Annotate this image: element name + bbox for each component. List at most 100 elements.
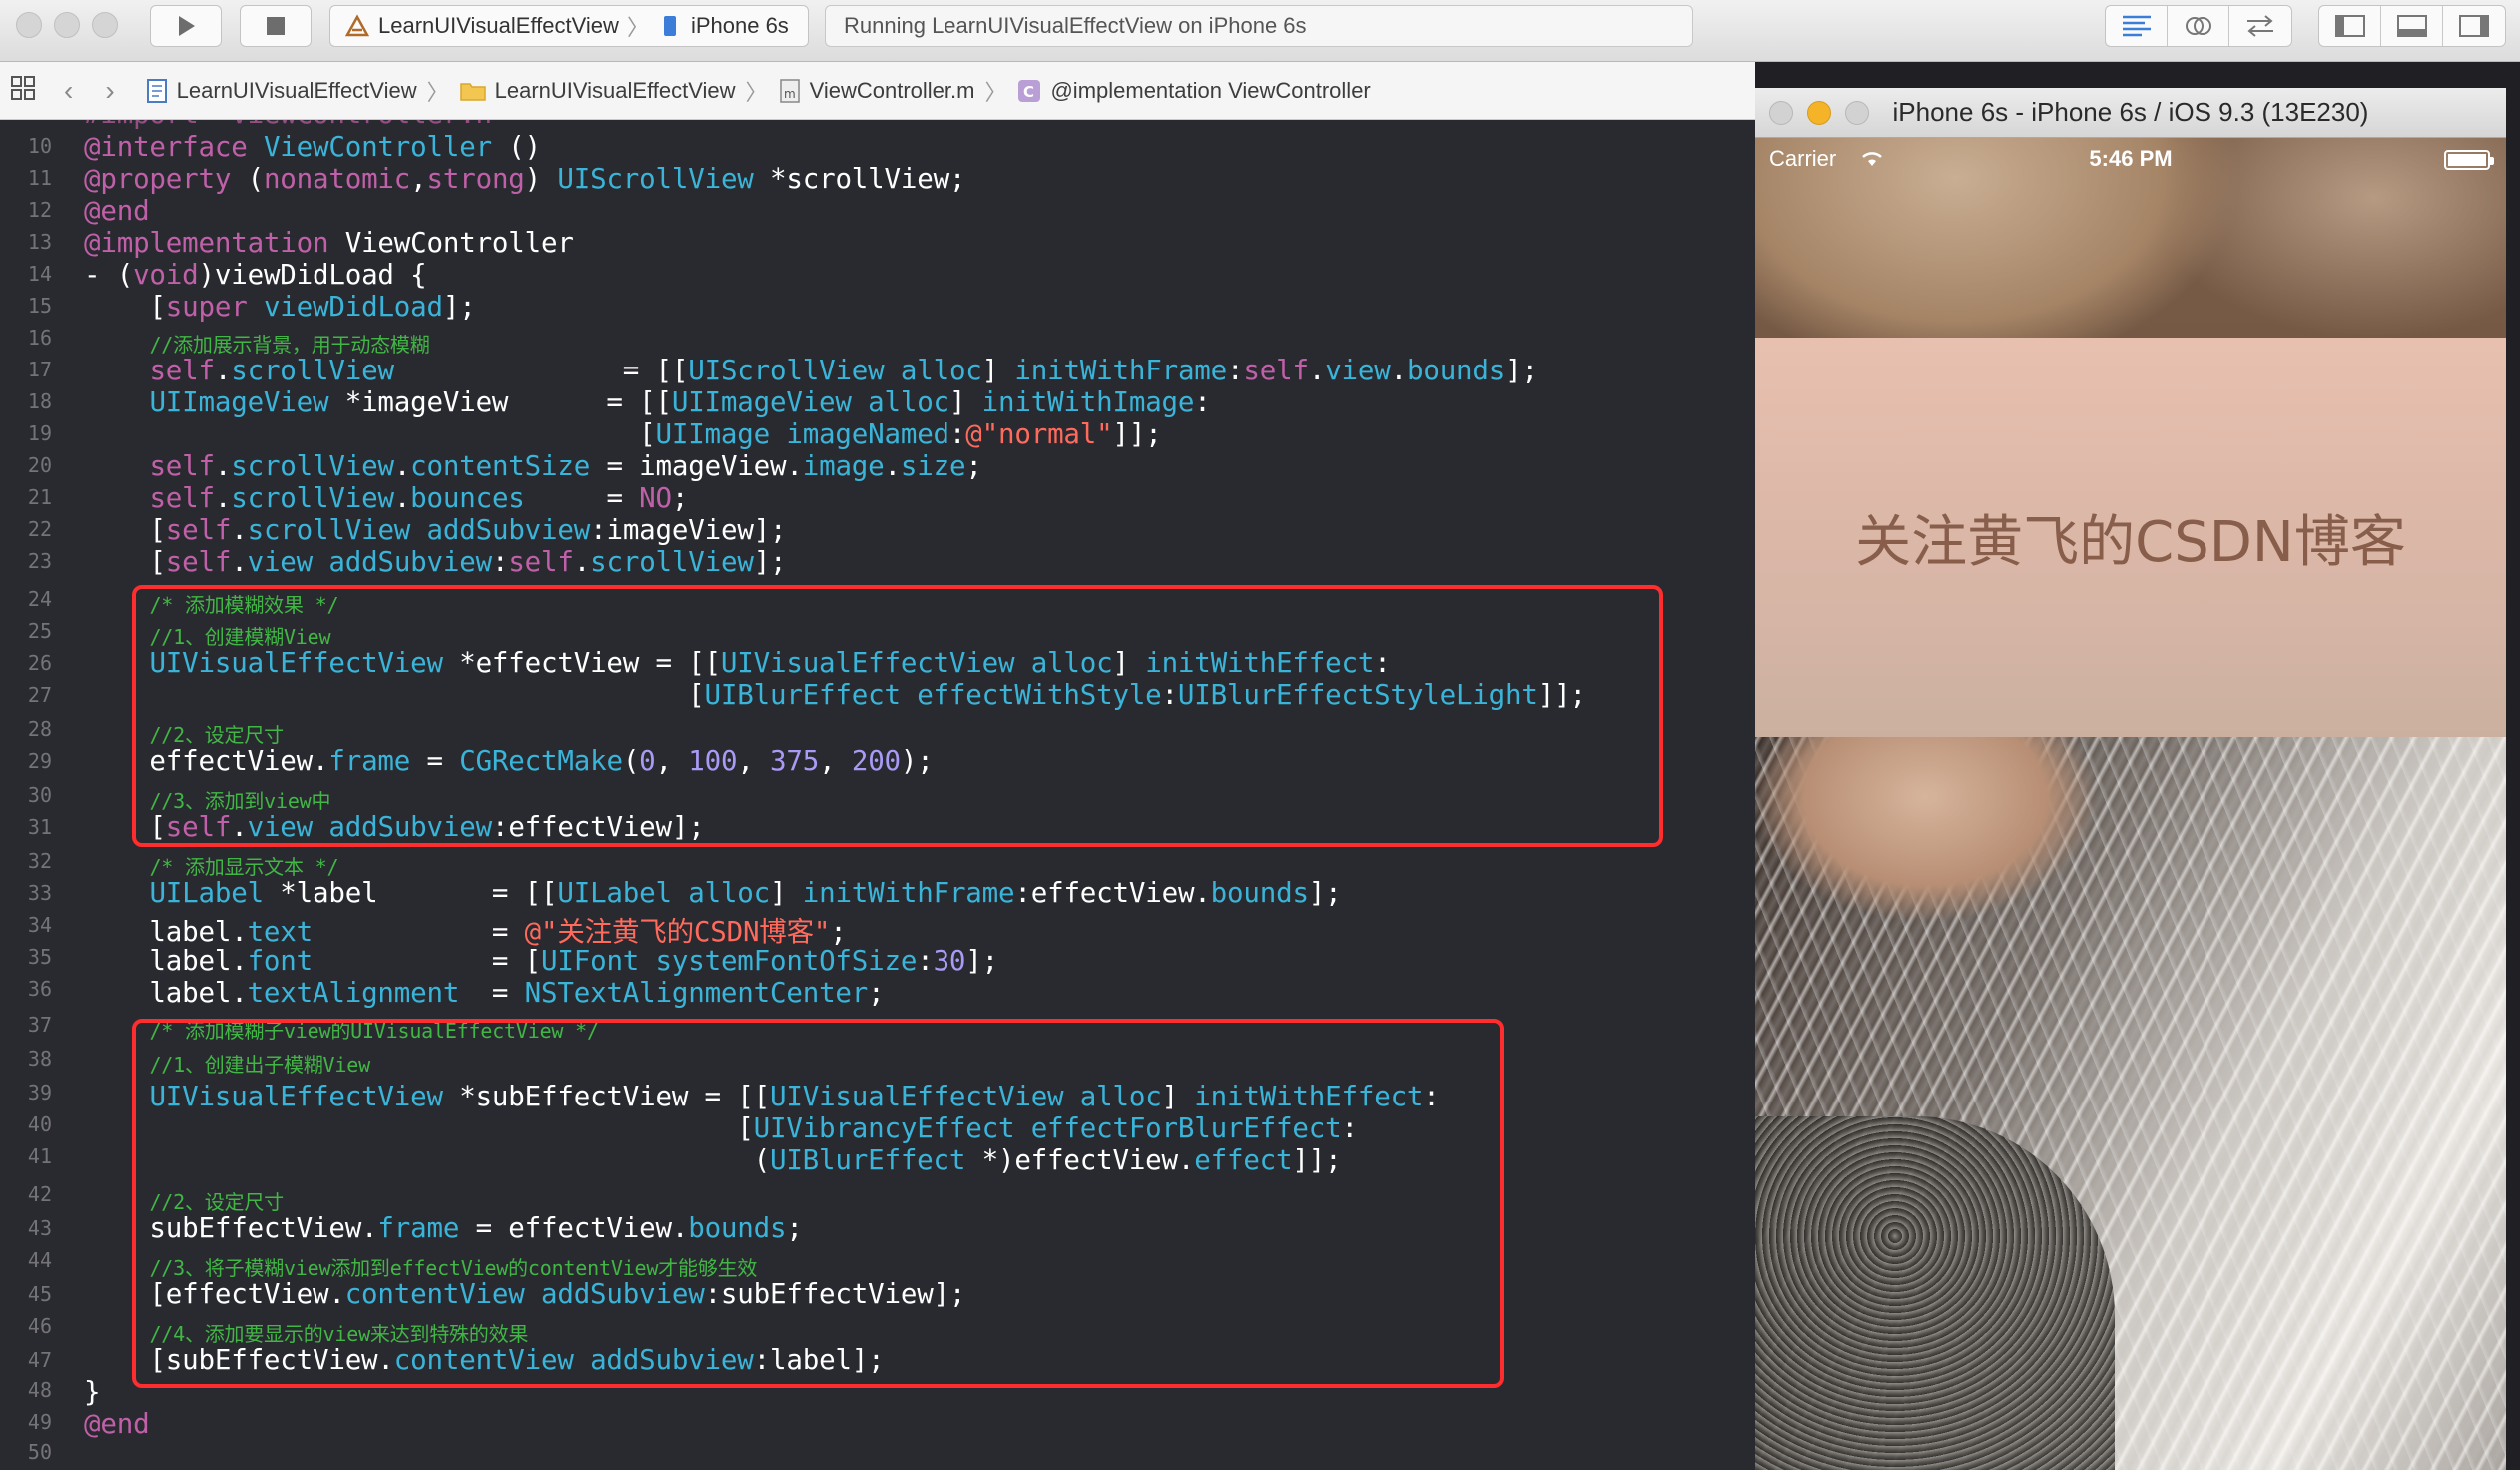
editor-mode-group bbox=[2105, 5, 2292, 47]
toggle-navigator-button[interactable] bbox=[2319, 6, 2381, 46]
run-button[interactable] bbox=[150, 5, 222, 47]
code-line-20: self.scrollView.contentSize = imageView.… bbox=[149, 450, 982, 482]
line-number: 47 bbox=[27, 1348, 52, 1372]
code-line-35: label.font = [UIFont systemFontOfSize:30… bbox=[84, 945, 999, 977]
sim-close-button[interactable] bbox=[1769, 101, 1793, 125]
version-editor-button[interactable] bbox=[2229, 6, 2291, 46]
jumpbar-symbol[interactable]: C @implementation ViewController bbox=[1016, 78, 1371, 104]
jumpbar-file[interactable]: m ViewController.m bbox=[778, 77, 975, 104]
line-number: 29 bbox=[27, 749, 52, 773]
line-number: 19 bbox=[27, 421, 52, 445]
line-number: 41 bbox=[27, 1144, 52, 1168]
code-line-21: self.scrollView.bounces = NO; bbox=[149, 482, 689, 514]
standard-editor-button[interactable] bbox=[2106, 6, 2168, 46]
code-line-23: [self.view addSubview:self.scrollView]; bbox=[84, 546, 787, 578]
align-left-icon bbox=[2122, 15, 2151, 37]
comment-add-background: //添加展示背景，用于动态模糊 bbox=[149, 333, 430, 357]
code-line-17: self.scrollView = [[UIScrollView alloc] … bbox=[149, 355, 1538, 386]
jumpbar-file-label: ViewController.m bbox=[809, 77, 975, 103]
venn-circles-icon bbox=[2185, 17, 2211, 35]
code-line-48: } bbox=[84, 1376, 101, 1408]
device-screen[interactable]: 关注黄飞的CSDN博客 Carrier 5:46 PM bbox=[1755, 138, 2506, 1470]
line-number: 43 bbox=[27, 1216, 52, 1240]
jumpbar-chevron: 〉 bbox=[426, 79, 449, 105]
back-arrow-icon[interactable]: ‹ bbox=[64, 75, 73, 107]
assistant-editor-button[interactable] bbox=[2168, 6, 2229, 46]
objc-file-icon: m bbox=[779, 78, 800, 103]
font-size-number: 30 bbox=[933, 945, 966, 977]
line-number: 24 bbox=[27, 587, 52, 611]
code-line-12: @end bbox=[84, 195, 150, 227]
line-number: 35 bbox=[27, 945, 52, 969]
arrows-exchange-icon bbox=[2247, 15, 2273, 37]
code-line-34: label.text = @"关注黄飞的CSDN博客"; bbox=[84, 916, 847, 948]
jumpbar-group[interactable]: LearnUIVisualEffectView bbox=[459, 78, 736, 104]
jump-bar: ‹ › LearnUIVisualEffectView 〉 LearnUIVis… bbox=[0, 62, 1755, 120]
code-line-18: UIImageView *imageView = [[UIImageView a… bbox=[149, 386, 1211, 418]
svg-text:C: C bbox=[1023, 83, 1034, 101]
highlight-box-effect-view bbox=[132, 585, 1663, 847]
forward-arrow-icon[interactable]: › bbox=[105, 75, 114, 107]
code-line-33: UILabel *label = [[UILabel alloc] initWi… bbox=[149, 877, 1342, 909]
battery-icon bbox=[2444, 150, 2494, 170]
activity-status-text: Running LearnUIVisualEffectView on iPhon… bbox=[844, 13, 1307, 38]
line-number: 14 bbox=[27, 262, 52, 286]
line-number: 45 bbox=[27, 1282, 52, 1306]
sim-minimize-button[interactable] bbox=[1807, 101, 1831, 125]
line-number: 49 bbox=[27, 1410, 52, 1434]
sim-zoom-button[interactable] bbox=[1845, 101, 1869, 125]
jumpbar-chevron: 〉 bbox=[745, 79, 768, 105]
folder-icon bbox=[459, 82, 486, 101]
code-line-9: #import "ViewController.h" bbox=[84, 120, 508, 130]
line-number: 38 bbox=[27, 1047, 52, 1071]
line-number: 28 bbox=[27, 717, 52, 741]
line-number: 25 bbox=[27, 619, 52, 643]
window-minimize-button[interactable] bbox=[54, 12, 80, 38]
window-close-button[interactable] bbox=[16, 12, 42, 38]
code-line-10: @interface ViewController () bbox=[84, 131, 542, 163]
related-items-icon[interactable] bbox=[10, 75, 36, 107]
jumpbar-chevron: 〉 bbox=[984, 79, 1007, 105]
svg-text:m: m bbox=[784, 87, 796, 101]
line-number: 11 bbox=[27, 166, 52, 190]
line-number: 40 bbox=[27, 1112, 52, 1136]
code-line-19: [UIImage imageNamed:@"normal"]]; bbox=[84, 418, 1162, 450]
line-number: 22 bbox=[27, 517, 52, 541]
line-number: 31 bbox=[27, 815, 52, 839]
line-number: 36 bbox=[27, 977, 52, 1001]
line-number: 27 bbox=[27, 683, 52, 707]
jumpbar-project[interactable]: LearnUIVisualEffectView bbox=[145, 78, 417, 104]
stop-icon bbox=[267, 17, 285, 35]
comment-add-label: /* 添加显示文本 */ bbox=[149, 855, 339, 879]
code-line-15: [super viewDidLoad]; bbox=[84, 291, 476, 323]
line-number: 39 bbox=[27, 1081, 52, 1104]
code-line-11: @property (nonatomic,strong) UIScrollVie… bbox=[84, 163, 966, 195]
line-number: 34 bbox=[27, 913, 52, 937]
scheme-target-label: LearnUIVisualEffectView bbox=[378, 13, 619, 38]
window-zoom-button[interactable] bbox=[92, 12, 118, 38]
string-normal: @"normal" bbox=[965, 418, 1113, 450]
scheme-selector[interactable]: LearnUIVisualEffectView 〉 iPhone 6s bbox=[329, 5, 809, 47]
code-line-22: [self.scrollView addSubview:imageView]; bbox=[84, 514, 787, 546]
play-icon bbox=[179, 16, 195, 36]
line-number: 48 bbox=[27, 1378, 52, 1402]
line-number: 12 bbox=[27, 198, 52, 222]
jumpbar-project-label: LearnUIVisualEffectView bbox=[176, 77, 417, 103]
panel-toggle-group bbox=[2318, 5, 2506, 47]
toggle-debug-area-button[interactable] bbox=[2381, 6, 2443, 46]
line-number: 44 bbox=[27, 1248, 52, 1272]
scheme-separator: 〉 bbox=[626, 15, 649, 40]
import-statement: #import "ViewController.h" bbox=[84, 120, 508, 130]
class-symbol-icon: C bbox=[1018, 79, 1041, 102]
status-time: 5:46 PM bbox=[2089, 146, 2173, 171]
source-editor[interactable]: 10 11 12 13 14 15 16 17 18 19 20 21 22 23 24 25 26 27 28 29… bbox=[0, 120, 1755, 1470]
line-number: 46 bbox=[27, 1314, 52, 1338]
vibrancy-label: 关注黄飞的CSDN博客 bbox=[1855, 509, 2406, 575]
toggle-utilities-button[interactable] bbox=[2443, 6, 2505, 46]
line-number: 32 bbox=[27, 849, 52, 873]
ios-simulator-window: iPhone 6s - iPhone 6s / iOS 9.3 (13E230)… bbox=[1755, 88, 2506, 1470]
project-file-icon bbox=[146, 78, 167, 103]
stop-button[interactable] bbox=[240, 5, 312, 47]
line-number: 20 bbox=[27, 453, 52, 477]
iphone-device-icon bbox=[663, 16, 676, 36]
